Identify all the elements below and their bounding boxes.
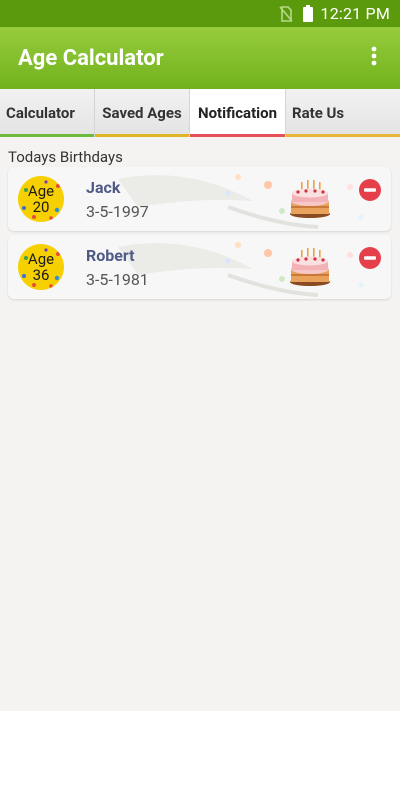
person-name: Jack xyxy=(86,178,121,197)
more-vertical-icon xyxy=(371,46,377,70)
age-badge: Age 36 xyxy=(18,244,64,290)
status-bar: 12:21 PM xyxy=(0,0,400,27)
age-label: Age xyxy=(27,249,55,268)
age-value: 36 xyxy=(32,265,50,284)
clock: 12:21 PM xyxy=(320,4,390,23)
birthday-card[interactable]: Age 20 Jack 3-5-1997 xyxy=(8,167,391,231)
tab-label: Rate Us xyxy=(292,104,345,122)
tab-rate-us[interactable]: Rate Us xyxy=(286,89,400,137)
card-background-art xyxy=(118,174,364,229)
birthday-cake-icon xyxy=(290,180,330,218)
card-background-art xyxy=(118,242,364,297)
section-title: Todays Birthdays xyxy=(8,148,123,166)
tab-bar: Calculator Saved Ages Notification Rate … xyxy=(0,89,400,137)
more-options-button[interactable] xyxy=(356,38,392,78)
age-badge: Age 20 xyxy=(18,176,64,222)
app-title: Age Calculator xyxy=(18,45,164,71)
app-bar: Age Calculator xyxy=(0,27,400,89)
age-value: 20 xyxy=(32,197,50,216)
battery-icon xyxy=(302,5,313,22)
birthday-cake-icon xyxy=(290,248,330,286)
birth-date: 3-5-1997 xyxy=(86,202,149,221)
tab-saved-ages[interactable]: Saved Ages xyxy=(95,89,190,137)
birth-date: 3-5-1981 xyxy=(86,270,149,289)
notification-content: Todays Birthdays Age 20 Jack 3-5-1997 Ag… xyxy=(0,137,400,711)
remove-icon[interactable] xyxy=(359,247,381,269)
tab-label: Calculator xyxy=(6,104,75,122)
bottom-blank-area xyxy=(0,711,400,800)
person-name: Robert xyxy=(86,246,135,265)
tab-notification[interactable]: Notification xyxy=(190,89,286,137)
birthday-card[interactable]: Age 36 Robert 3-5-1981 xyxy=(8,235,391,299)
remove-icon[interactable] xyxy=(359,179,381,201)
no-sim-icon xyxy=(278,5,293,22)
age-label: Age xyxy=(27,181,55,200)
tab-calculator[interactable]: Calculator xyxy=(0,89,95,137)
tab-label: Saved Ages xyxy=(102,104,182,122)
tab-label: Notification xyxy=(197,104,277,122)
